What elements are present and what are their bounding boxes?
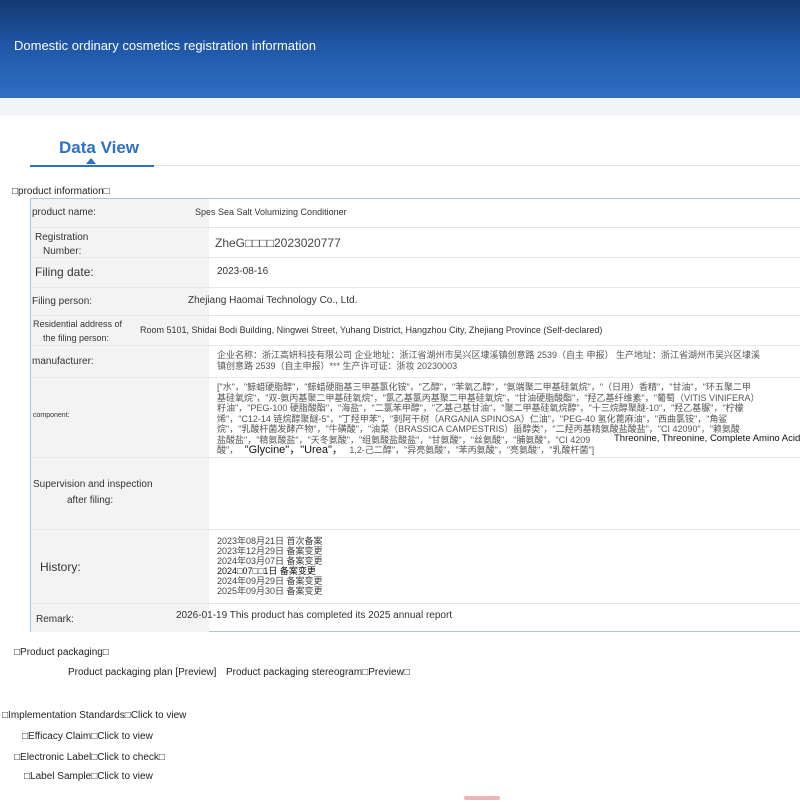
component-line-7: 酸"， "Glycine"，"Urea"， 1,2-己二醇"，"异亮氨酸"，"苯… <box>217 445 800 456</box>
product-info-table: product name: Spes Sea Salt Volumizing C… <box>30 198 800 632</box>
label-cell: Registration Number: <box>31 228 209 258</box>
component-label: component: <box>33 412 70 419</box>
row-product-name: product name: Spes Sea Salt Volumizing C… <box>31 199 800 227</box>
row-filing-address: Residential address of the filing person… <box>31 315 800 346</box>
product-name-value: Spes Sea Salt Volumizing Conditioner <box>195 207 347 217</box>
supervision-label-1: Supervision and inspection <box>33 479 153 490</box>
component-value: ["水"，"鲸蜡硬脂醇"，"鲸蜡硬脂基三甲基氯化铵"，"乙醇"，"苯氧乙醇"，"… <box>217 382 800 456</box>
row-remark: Remark: 2026-01-19 This product has comp… <box>31 603 800 632</box>
component-line-3: 籽油"，"PEG-100 硬脂酸酯"，"海盐"，"二氯苯甲醇"，"乙基己基甘油"… <box>217 403 744 413</box>
history-entry: 2024年03月07日 备案变更 <box>217 556 323 566</box>
address-label-2: the filing person: <box>43 333 110 343</box>
efficacy-claim-row: □Efficacy Claim□Click to view <box>22 731 153 742</box>
remark-value: 2026-01-19 This product has completed it… <box>176 610 453 621</box>
electronic-label-label: □Electronic Label□ <box>14 752 98 763</box>
remark-label: Remark: <box>36 614 74 625</box>
component-line-7a: 酸"， <box>217 445 239 455</box>
tab-active-caret-icon <box>86 158 96 164</box>
address-label-1: Residential address of <box>33 319 123 329</box>
label-cell: manufacturer: <box>31 346 209 378</box>
label-sample-view-link[interactable]: Click to view <box>97 771 153 782</box>
component-line-6-wrap: 盐酸盐"，"精氨酸盐"，"天冬氨酸"，"组氨酸盐酸盐"，"甘氨酸"，"丝氨酸"，… <box>217 433 800 446</box>
manufacturer-label: manufacturer: <box>32 356 94 367</box>
row-manufacturer: manufacturer: 企业名称：浙江高妍科技有限公司 企业地址：浙江省湖州… <box>31 345 800 378</box>
filing-person-value: Zhejiang Haomai Technology Co., Ltd. <box>188 295 358 306</box>
page-title: Domestic ordinary cosmetics registration… <box>14 38 316 53</box>
implementation-standards-row: □Implementation Standards□Click to view <box>2 710 186 721</box>
history-entry: 2023年12月29日 备案变更 <box>217 546 323 556</box>
row-registration-number: Registration Number: ZheG□□□□2023020777 <box>31 227 800 258</box>
implementation-standards-label: □Implementation Standards□ <box>2 710 131 721</box>
label-sample-row: □Label Sample□Click to view <box>24 771 153 782</box>
history-list: 2023年08月21日 首次备案 2023年12月29日 备案变更 2024年0… <box>217 536 323 596</box>
component-line-4: 烯"，"C12-14 链烷醇聚醚-5"，"丁羟甲苯"，"刺阿干树（ARGANIA… <box>217 413 728 424</box>
manufacturer-value: 企业名称：浙江高妍科技有限公司 企业地址：浙江省湖州市吴兴区埭溪镇创意路 253… <box>217 350 800 372</box>
row-supervision: Supervision and inspection after filing: <box>31 457 800 530</box>
banner-gap <box>0 98 800 116</box>
label-cell: Filing person: <box>31 288 209 316</box>
packaging-plan-preview-link[interactable]: Product packaging plan [Preview] <box>68 667 216 678</box>
filing-address-value: Room 5101, Shidai Bodi Building, Ningwei… <box>140 325 603 335</box>
label-cell: component: <box>31 378 209 458</box>
registration-label-1: Registration <box>35 232 89 243</box>
section-product-packaging: □Product packaging□ <box>14 647 109 658</box>
packaging-stereogram-preview-link[interactable]: Product packaging stereogram□Preview□ <box>226 667 410 678</box>
manufacturer-line-1: 企业名称：浙江高妍科技有限公司 企业地址：浙江省湖州市吴兴区埭溪镇创意路 253… <box>217 350 761 360</box>
filing-date-value: 2023-08-16 <box>217 266 269 277</box>
bottom-indicator <box>464 796 500 800</box>
label-cell: Filing date: <box>31 258 209 288</box>
history-entry: 2024□07□□1日 备案变更 <box>217 566 316 576</box>
label-cell: product name: <box>31 199 209 227</box>
manufacturer-line-2: 镇创意路 2539（自主申报）*** 生产许可证：浙妆 20230003 <box>217 361 458 371</box>
component-overlay-glycine-urea: "Glycine"，"Urea"， <box>244 444 343 456</box>
component-overlay-amino-acids: Threonine, Threonine, Complete Amino Aci… <box>614 433 800 444</box>
row-component: component: ["水"，"鲸蜡硬脂醇"，"鲸蜡硬脂基三甲基氯化铵"，"乙… <box>31 377 800 458</box>
history-entry: 2023年08月21日 首次备案 <box>217 536 323 546</box>
section-product-information: □product information□ <box>12 186 110 197</box>
electronic-label-check-link[interactable]: Click to check□ <box>97 752 165 763</box>
history-entry: 2025年09月30日 备案变更 <box>217 586 323 596</box>
row-history: History: 2023年08月21日 首次备案 2023年12月29日 备案… <box>31 529 800 604</box>
filing-date-label: Filing date: <box>35 265 94 279</box>
row-filing-person: Filing person: Zhejiang Haomai Technolog… <box>31 287 800 316</box>
filing-person-label: Filing person: <box>32 296 93 307</box>
label-sample-label: □Label Sample□ <box>24 771 98 782</box>
tab-data-view-label[interactable]: Data View <box>59 138 139 158</box>
history-entry: 2024年09月29日 备案变更 <box>217 576 323 586</box>
label-cell: History: <box>31 530 209 604</box>
tab-underline <box>154 165 800 166</box>
component-line-6: 盐酸盐"，"精氨酸盐"，"天冬氨酸"，"组氨酸盐酸盐"，"甘氨酸"，"丝氨酸"，… <box>217 434 591 445</box>
efficacy-claim-view-link[interactable]: Click to view <box>97 731 153 742</box>
component-line-1: ["水"，"鲸蜡硬脂醇"，"鲸蜡硬脂基三甲基氯化铵"，"乙醇"，"苯氧乙醇"，"… <box>217 382 751 392</box>
implementation-standards-view-link[interactable]: Click to view <box>131 710 187 721</box>
electronic-label-row: □Electronic Label□Click to check□ <box>14 752 165 763</box>
history-label: History: <box>40 560 81 574</box>
component-line-7b: 1,2-己二醇"，"异亮氨酸"，"苯丙氨酸"，"亮氨酸"，"乳酸杆菌"] <box>349 445 595 455</box>
product-name-label: product name: <box>32 207 96 218</box>
component-line-2: 基硅氧烷"，"双-氨丙基聚二甲基硅氧烷"，"氯乙基氯丙基聚二甲基硅氧烷"，"甘油… <box>217 392 760 403</box>
row-filing-date: Filing date: 2023-08-16 <box>31 257 800 288</box>
label-cell: Supervision and inspection after filing: <box>31 458 209 530</box>
supervision-label-2: after filing: <box>67 495 114 506</box>
registration-label-2: Number: <box>43 246 82 257</box>
efficacy-claim-label: □Efficacy Claim□ <box>22 731 98 742</box>
registration-number-value: ZheG□□□□2023020777 <box>215 236 341 250</box>
